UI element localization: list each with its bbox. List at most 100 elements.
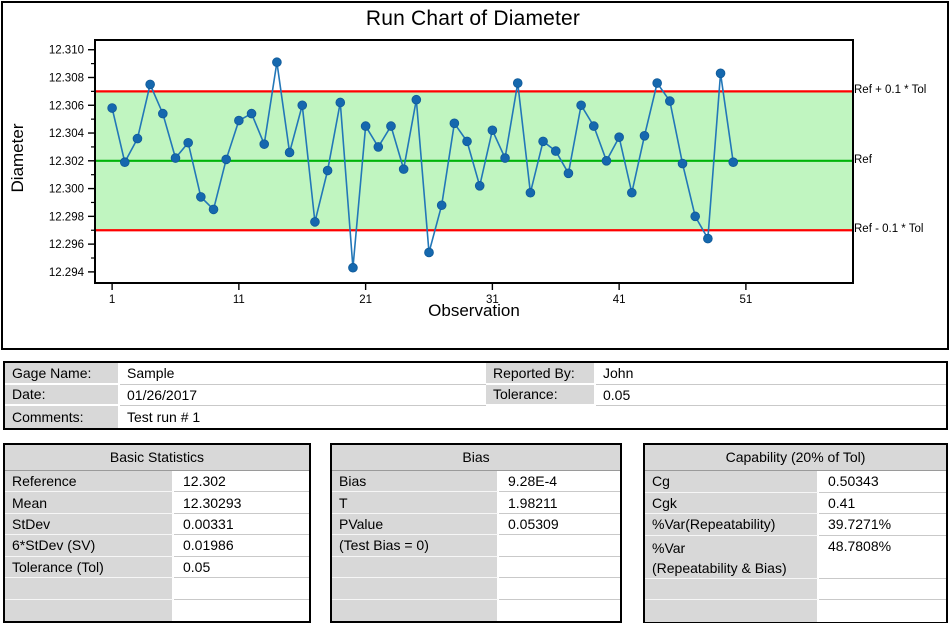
data-point: [665, 97, 674, 106]
info-label-date: Date:: [5, 385, 120, 407]
data-point: [564, 169, 573, 178]
info-value-comments: Test run # 1: [120, 406, 946, 428]
data-point: [298, 101, 307, 110]
info-label-reported-by: Reported By:: [486, 363, 596, 385]
data-point: [272, 58, 281, 67]
upper-ref-line-label: Ref + 0.1 * Tol: [854, 84, 926, 96]
y-tick-label: 12.300: [49, 184, 84, 196]
table-row: Bias9.28E-4: [332, 471, 620, 492]
data-point: [133, 134, 142, 143]
data-point: [387, 122, 396, 131]
info-label-tolerance: Tolerance:: [486, 385, 596, 407]
data-point: [247, 109, 256, 118]
data-point: [323, 166, 332, 175]
data-point: [120, 158, 129, 167]
y-tick-label: 12.296: [49, 239, 84, 251]
y-tick-label: 12.308: [49, 72, 84, 84]
info-value-reported-by: John: [596, 363, 946, 385]
table-row: [332, 557, 620, 578]
gage-info-table: Gage Name: Sample Reported By: John Date…: [3, 361, 948, 430]
y-axis-title: Diameter: [8, 124, 28, 193]
info-label-comments: Comments:: [5, 406, 120, 428]
data-point: [285, 148, 294, 157]
data-point: [589, 122, 598, 131]
data-point: [577, 101, 586, 110]
data-point: [336, 98, 345, 107]
table-row: Mean12.30293: [5, 492, 309, 513]
x-axis-title: Observation: [95, 301, 853, 321]
data-point: [171, 154, 180, 163]
table-row: %Var (Repeatability & Bias) 48.7808%: [645, 536, 946, 579]
data-point: [653, 79, 662, 88]
data-point: [526, 188, 535, 197]
info-value-gage-name: Sample: [120, 363, 486, 385]
y-tick-label: 12.306: [49, 100, 84, 112]
data-point: [551, 147, 560, 156]
y-tick-label: 12.304: [49, 128, 85, 140]
info-label-gage-name: Gage Name:: [5, 363, 120, 385]
data-point: [463, 137, 472, 146]
y-tick-label: 12.310: [49, 45, 84, 57]
data-point: [374, 143, 383, 152]
data-point: [678, 159, 687, 168]
bias-table: Bias Bias9.28E-4 T1.98211 PValue0.05309 …: [330, 443, 622, 623]
table-row: [645, 579, 946, 601]
bias-header: Bias: [332, 445, 620, 471]
info-value-tolerance: 0.05: [596, 385, 946, 407]
table-row: [332, 600, 620, 621]
data-point: [361, 122, 370, 131]
table-row: PValue0.05309: [332, 514, 620, 535]
data-point: [311, 218, 320, 227]
data-point: [234, 116, 243, 125]
data-point: [501, 154, 510, 163]
data-point: [627, 188, 636, 197]
y-tick-label: 12.294: [49, 267, 85, 279]
table-row: [645, 600, 946, 622]
data-point: [488, 126, 497, 135]
data-point: [222, 155, 231, 164]
basic-statistics-table: Basic Statistics Reference12.302 Mean12.…: [3, 443, 311, 623]
table-row: Cgk0.41: [645, 493, 946, 515]
data-point: [260, 140, 269, 149]
data-point: [412, 95, 421, 104]
data-point: [425, 248, 434, 257]
table-row: StDev0.00331: [5, 514, 309, 535]
data-point: [513, 79, 522, 88]
data-point: [539, 137, 548, 146]
data-point: [716, 69, 725, 78]
table-row: Reference12.302: [5, 471, 309, 492]
gage-study-report: { "chart": { "title": "Run Chart of Diam…: [0, 0, 951, 625]
data-point: [615, 133, 624, 142]
data-point: [640, 131, 649, 140]
data-point: [158, 109, 167, 118]
data-point: [196, 193, 205, 202]
data-point: [108, 104, 117, 113]
run-chart: 12.294 12.296 12.298 12.300 12.302 12.304 12.3…: [3, 3, 947, 348]
table-row: Cg0.50343: [645, 471, 946, 493]
lower-ref-line-label: Ref - 0.1 * Tol: [854, 223, 923, 235]
data-point: [209, 205, 218, 214]
data-point: [349, 263, 358, 272]
y-tick-label: 12.298: [49, 211, 84, 223]
basic-statistics-header: Basic Statistics: [5, 445, 309, 471]
data-point: [729, 158, 738, 167]
data-point: [703, 234, 712, 243]
table-row: [5, 600, 309, 621]
ref-line-label: Ref: [854, 154, 872, 166]
table-row: 6*StDev (SV)0.01986: [5, 535, 309, 556]
table-row: %Var(Repeatability)39.7271%: [645, 514, 946, 536]
data-point: [691, 212, 700, 221]
data-point: [437, 201, 446, 210]
data-point: [184, 138, 193, 147]
capability-header: Capability (20% of Tol): [645, 445, 946, 471]
y-tick-label: 12.302: [49, 156, 84, 168]
data-point: [146, 80, 155, 89]
table-row: [332, 578, 620, 599]
table-row: Tolerance (Tol)0.05: [5, 557, 309, 578]
capability-table: Capability (20% of Tol) Cg0.50343 Cgk0.4…: [643, 443, 948, 623]
data-point: [450, 119, 459, 128]
table-row: (Test Bias = 0): [332, 535, 620, 556]
table-row: [5, 578, 309, 599]
run-chart-panel: Run Chart of Diameter 12.29412.29612.298…: [1, 1, 949, 350]
data-point: [399, 165, 408, 174]
